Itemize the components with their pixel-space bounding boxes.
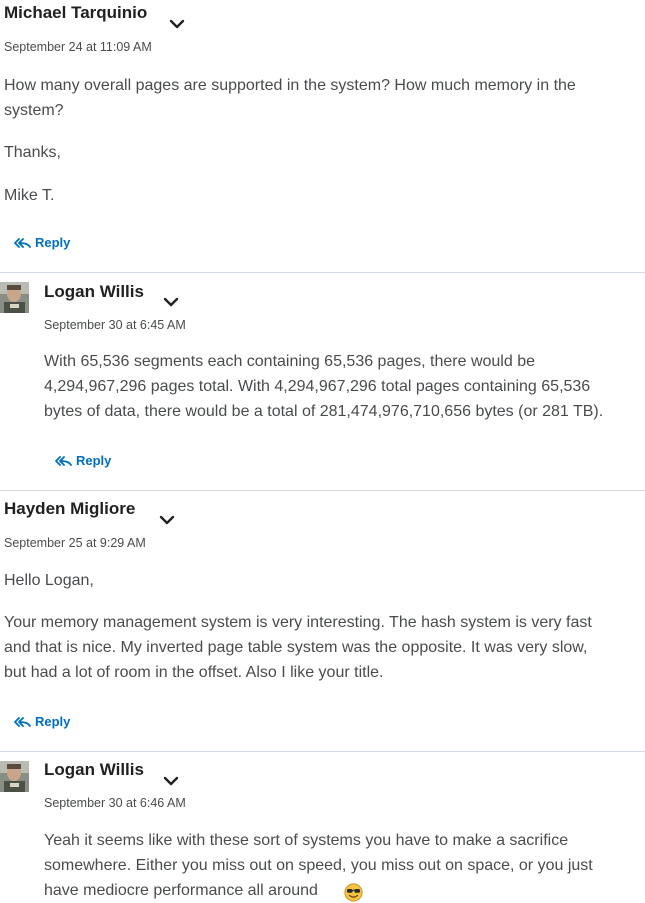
post-date: September 25 at 9:29 AM [4,536,146,550]
discussion-post: Hayden Migliore September 25 at 9:29 AM … [0,491,645,751]
chevron-down-icon[interactable] [162,774,180,788]
post-author[interactable]: Logan Willis [44,760,144,780]
post-body-line: but had a lot of room in the offset. Als… [4,664,384,681]
post-body-line: Mike T. [4,187,55,204]
post-body-line: Hello Logan, [4,572,94,589]
post-body-line: How many overall pages are supported in … [4,77,576,94]
post-date: September 30 at 6:46 AM [44,796,186,810]
post-body-line: Thanks, [4,144,61,161]
reply-all-icon [55,455,72,466]
post-body-line: bytes of data, there would be a total of… [44,403,604,420]
reply-button[interactable]: Reply [14,714,70,729]
avatar[interactable] [0,282,29,313]
post-body-line: With 65,536 segments each containing 65,… [44,353,535,370]
reply-button[interactable]: Reply [55,453,111,468]
post-date: September 24 at 11:09 AM [4,40,152,54]
post-body-line: system? [4,102,64,119]
post-author[interactable]: Hayden Migliore [4,499,135,519]
reply-label: Reply [35,235,71,250]
post-body-line: have mediocre performance all around [44,882,318,899]
post-author[interactable]: Michael Tarquinio [4,3,147,23]
post-date: September 30 at 6:45 AM [44,318,186,332]
post-body-line: somewhere. Either you miss out on speed,… [44,857,593,874]
avatar[interactable] [0,761,29,792]
discussion-post-reply: Logan Willis September 30 at 6:46 AM Yea… [0,752,645,902]
reply-label: Reply [76,453,112,468]
chevron-down-icon[interactable] [162,295,180,309]
post-author[interactable]: Logan Willis [44,282,144,302]
chevron-down-icon[interactable] [168,17,186,31]
post-body-line: and that is nice. My inverted page table… [4,639,588,656]
reply-all-icon [14,716,31,727]
reply-all-icon [14,237,31,248]
post-body-line: Yeah it seems like with these sort of sy… [44,832,569,849]
post-body-line: 4,294,967,296 pages total. With 4,294,96… [44,378,591,395]
post-body-line: Your memory management system is very in… [4,614,592,631]
discussion-post-reply: Logan Willis September 30 at 6:45 AM Wit… [0,273,645,490]
chevron-down-icon[interactable] [158,513,176,527]
discussion-post: Michael Tarquinio September 24 at 11:09 … [0,0,645,272]
reply-button[interactable]: Reply [14,235,70,250]
smiling-face-with-sunglasses-icon [344,883,363,902]
reply-label: Reply [35,714,71,729]
